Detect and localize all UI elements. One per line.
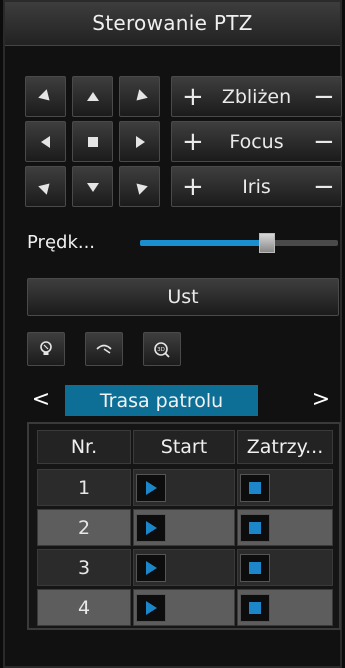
tab-patrol-route[interactable]: Trasa patrolu (65, 385, 258, 416)
table-row-4-start (133, 589, 235, 626)
patrol-table: Nr. Start Zatrzy... 1 2 3 4 (27, 422, 341, 630)
table-row-3-nr: 3 (37, 549, 131, 586)
iris-plus-button[interactable]: + (182, 174, 204, 200)
stop-icon (249, 521, 261, 534)
ptz-up-button[interactable] (72, 76, 113, 117)
table-row-3-stop (237, 549, 333, 586)
stop-square-icon (87, 136, 98, 147)
start-patrol-button[interactable] (136, 513, 166, 542)
column-header-nr: Nr. (37, 430, 131, 464)
ptz-panel: Sterowanie PTZ + Zbliżen − + Focus − + I… (3, 0, 342, 668)
focus-label: Focus (229, 130, 284, 153)
focus-minus-button[interactable]: − (313, 129, 335, 155)
speed-label: Prędk... (27, 232, 96, 253)
arrow-left-icon (40, 135, 50, 148)
3d-positioning-button[interactable]: 3D (143, 332, 181, 366)
wiper-icon (96, 344, 112, 354)
tab-prev-button[interactable]: < (29, 387, 53, 412)
arrow-down-left-icon (37, 182, 50, 195)
table-row-1-start (133, 469, 235, 506)
stop-patrol-button[interactable] (240, 553, 270, 582)
stop-icon (249, 601, 261, 614)
svg-text:3D: 3D (157, 347, 165, 353)
table-row-4-nr: 4 (37, 589, 131, 626)
table-row-1-stop (237, 469, 333, 506)
ptz-right-button[interactable] (119, 121, 160, 162)
stop-patrol-button[interactable] (240, 593, 270, 622)
iris-minus-button[interactable]: − (313, 174, 335, 200)
zoom-out-button[interactable]: − (313, 84, 335, 110)
focus-control: + Focus − (171, 121, 342, 162)
set-button[interactable]: Ust (27, 278, 339, 316)
ptz-stop-button[interactable] (72, 121, 113, 162)
column-header-start: Start (133, 430, 235, 464)
table-row-1-nr: 1 (37, 469, 131, 506)
panel-title: Sterowanie PTZ (92, 10, 253, 35)
tab-next-button[interactable]: > (309, 387, 333, 412)
wiper-button[interactable] (85, 332, 123, 366)
table-row-2-stop (237, 509, 333, 546)
arrow-up-right-icon (135, 88, 148, 101)
arrow-up-left-icon (37, 88, 50, 101)
arrow-down-right-icon (135, 182, 148, 195)
3d-positioning-icon: 3D (154, 342, 170, 358)
start-patrol-button[interactable] (136, 553, 166, 582)
start-patrol-button[interactable] (136, 473, 166, 502)
light-button[interactable] (27, 332, 65, 366)
speed-slider[interactable] (140, 233, 338, 253)
play-icon (146, 600, 157, 615)
stop-icon (249, 481, 261, 494)
iris-control: + Iris − (171, 166, 342, 207)
ptz-down-button[interactable] (72, 166, 113, 207)
iris-label: Iris (242, 175, 271, 198)
zoom-label: Zbliżen (221, 85, 292, 108)
arrow-up-icon (86, 91, 99, 101)
table-row-2-nr: 2 (37, 509, 131, 546)
focus-plus-button[interactable]: + (182, 129, 204, 155)
light-icon (40, 341, 52, 355)
table-row-4-stop (237, 589, 333, 626)
play-icon (146, 480, 157, 495)
ptz-down-right-button[interactable] (119, 166, 160, 207)
speed-slider-fill (140, 240, 267, 246)
ptz-down-left-button[interactable] (25, 166, 66, 207)
ptz-up-right-button[interactable] (119, 76, 160, 117)
play-icon (146, 560, 157, 575)
table-row-3-start (133, 549, 235, 586)
column-header-stop: Zatrzy... (237, 430, 333, 464)
arrow-right-icon (135, 135, 145, 148)
panel-title-bar: Sterowanie PTZ (5, 2, 340, 46)
ptz-left-button[interactable] (25, 121, 66, 162)
play-icon (146, 520, 157, 535)
zoom-in-button[interactable]: + (182, 84, 204, 110)
arrow-down-icon (86, 182, 99, 192)
patrol-tab-row: < Trasa patrolu > (5, 382, 340, 416)
stop-patrol-button[interactable] (240, 513, 270, 542)
start-patrol-button[interactable] (136, 593, 166, 622)
table-row-2-start (133, 509, 235, 546)
speed-slider-thumb[interactable] (258, 233, 275, 253)
ptz-up-left-button[interactable] (25, 76, 66, 117)
zoom-control: + Zbliżen − (171, 76, 342, 117)
stop-icon (249, 561, 261, 574)
stop-patrol-button[interactable] (240, 473, 270, 502)
